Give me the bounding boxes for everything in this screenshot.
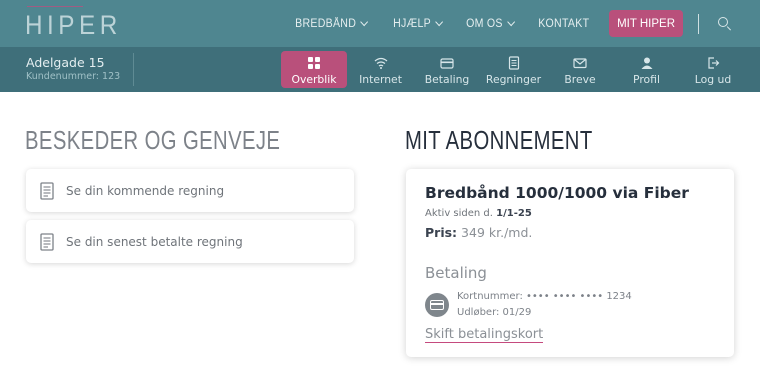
tab-label: Log ud bbox=[694, 73, 732, 86]
search-icon[interactable] bbox=[718, 16, 732, 31]
hiper-logo[interactable]: HIPER bbox=[25, 10, 122, 41]
tab-label: Overblik bbox=[291, 73, 337, 86]
document-icon bbox=[40, 232, 54, 251]
menu-item-bredband[interactable]: BREDBÅND bbox=[295, 17, 369, 30]
card-expiry: Udløber: 01/29 bbox=[457, 307, 532, 318]
tab-label: Regninger bbox=[485, 73, 542, 86]
link-label: Se din senest betalte regning bbox=[66, 234, 243, 249]
payment-heading: Betaling bbox=[425, 264, 487, 282]
tab-breve[interactable]: Breve bbox=[547, 51, 613, 88]
price: Pris: 349 kr./md. bbox=[425, 225, 532, 240]
grid-icon bbox=[308, 57, 320, 69]
menu-item-om-os[interactable]: OM OS bbox=[465, 17, 515, 30]
logo-accent-line bbox=[27, 6, 83, 7]
envelope-icon bbox=[573, 58, 587, 69]
tab-overblik[interactable]: Overblik bbox=[281, 51, 347, 88]
messages-heading: BESKEDER OG GENVEJE bbox=[25, 125, 281, 155]
menu-item-hjaelp[interactable]: HJÆLP bbox=[392, 17, 443, 30]
tab-betaling[interactable]: Betaling bbox=[414, 51, 480, 88]
price-value: 349 kr./md. bbox=[461, 225, 533, 240]
tab-profil[interactable]: Profil bbox=[614, 51, 680, 88]
menu-item-label: HJÆLP bbox=[392, 17, 431, 30]
chevron-down-icon bbox=[360, 17, 369, 26]
divider bbox=[133, 53, 134, 86]
card-number: Kortnummer: •••• •••• •••• 1234 bbox=[457, 291, 632, 302]
mit-hiper-button[interactable]: MIT HIPER bbox=[609, 10, 683, 37]
wifi-icon bbox=[374, 57, 387, 69]
tab-label: Profil bbox=[633, 73, 660, 86]
chevron-down-icon bbox=[434, 17, 443, 26]
subscription-card: Bredbånd 1000/1000 via Fiber Aktiv siden… bbox=[406, 169, 734, 357]
divider bbox=[698, 13, 699, 34]
menu-item-label: OM OS bbox=[465, 17, 503, 30]
logout-icon bbox=[708, 57, 720, 69]
change-card-link[interactable]: Skift betalingskort bbox=[425, 327, 544, 343]
tab-label: Betaling bbox=[424, 73, 470, 86]
credit-card-icon bbox=[440, 58, 454, 69]
document-icon bbox=[508, 56, 519, 70]
tab-label: Breve bbox=[564, 73, 596, 86]
top-navigation-bar: HIPER BREDBÅND HJÆLP OM OS KONTAKT MIT H… bbox=[0, 0, 760, 47]
tab-label: Internet bbox=[359, 73, 402, 86]
account-address: Adelgade 15 bbox=[26, 55, 105, 70]
credit-card-icon bbox=[425, 293, 449, 317]
account-bar: Adelgade 15 Kundenummer: 123 Overblik In… bbox=[0, 47, 760, 92]
document-icon bbox=[40, 181, 54, 200]
menu-item-label: BREDBÅND bbox=[295, 17, 357, 30]
active-since: Aktiv siden d. 1/1-25 bbox=[425, 208, 532, 219]
menu-item-kontakt[interactable]: KONTAKT bbox=[538, 18, 589, 30]
menu-item-label: KONTAKT bbox=[537, 17, 589, 30]
link-label: Se din kommende regning bbox=[66, 183, 225, 198]
plan-name: Bredbånd 1000/1000 via Fiber bbox=[425, 184, 689, 202]
main-menu: BREDBÅND HJÆLP OM OS KONTAKT MIT HIPER bbox=[272, 10, 732, 37]
customer-number: Kundenummer: 123 bbox=[26, 71, 121, 82]
last-paid-bill-link[interactable]: Se din senest betalte regning bbox=[26, 220, 354, 263]
tab-regninger[interactable]: Regninger bbox=[481, 51, 547, 88]
account-tabs: Overblik Internet Betaling Regninger Bre… bbox=[281, 51, 747, 88]
active-since-date: 1/1-25 bbox=[496, 208, 532, 219]
subscription-heading: MIT ABONNEMENT bbox=[405, 125, 593, 155]
price-label: Pris: bbox=[425, 225, 458, 240]
user-icon bbox=[641, 57, 652, 69]
active-since-label: Aktiv siden d. bbox=[425, 208, 493, 219]
chevron-down-icon bbox=[506, 17, 515, 26]
tab-log-ud[interactable]: Log ud bbox=[680, 51, 746, 88]
upcoming-bill-link[interactable]: Se din kommende regning bbox=[26, 169, 354, 212]
tab-internet[interactable]: Internet bbox=[348, 51, 414, 88]
